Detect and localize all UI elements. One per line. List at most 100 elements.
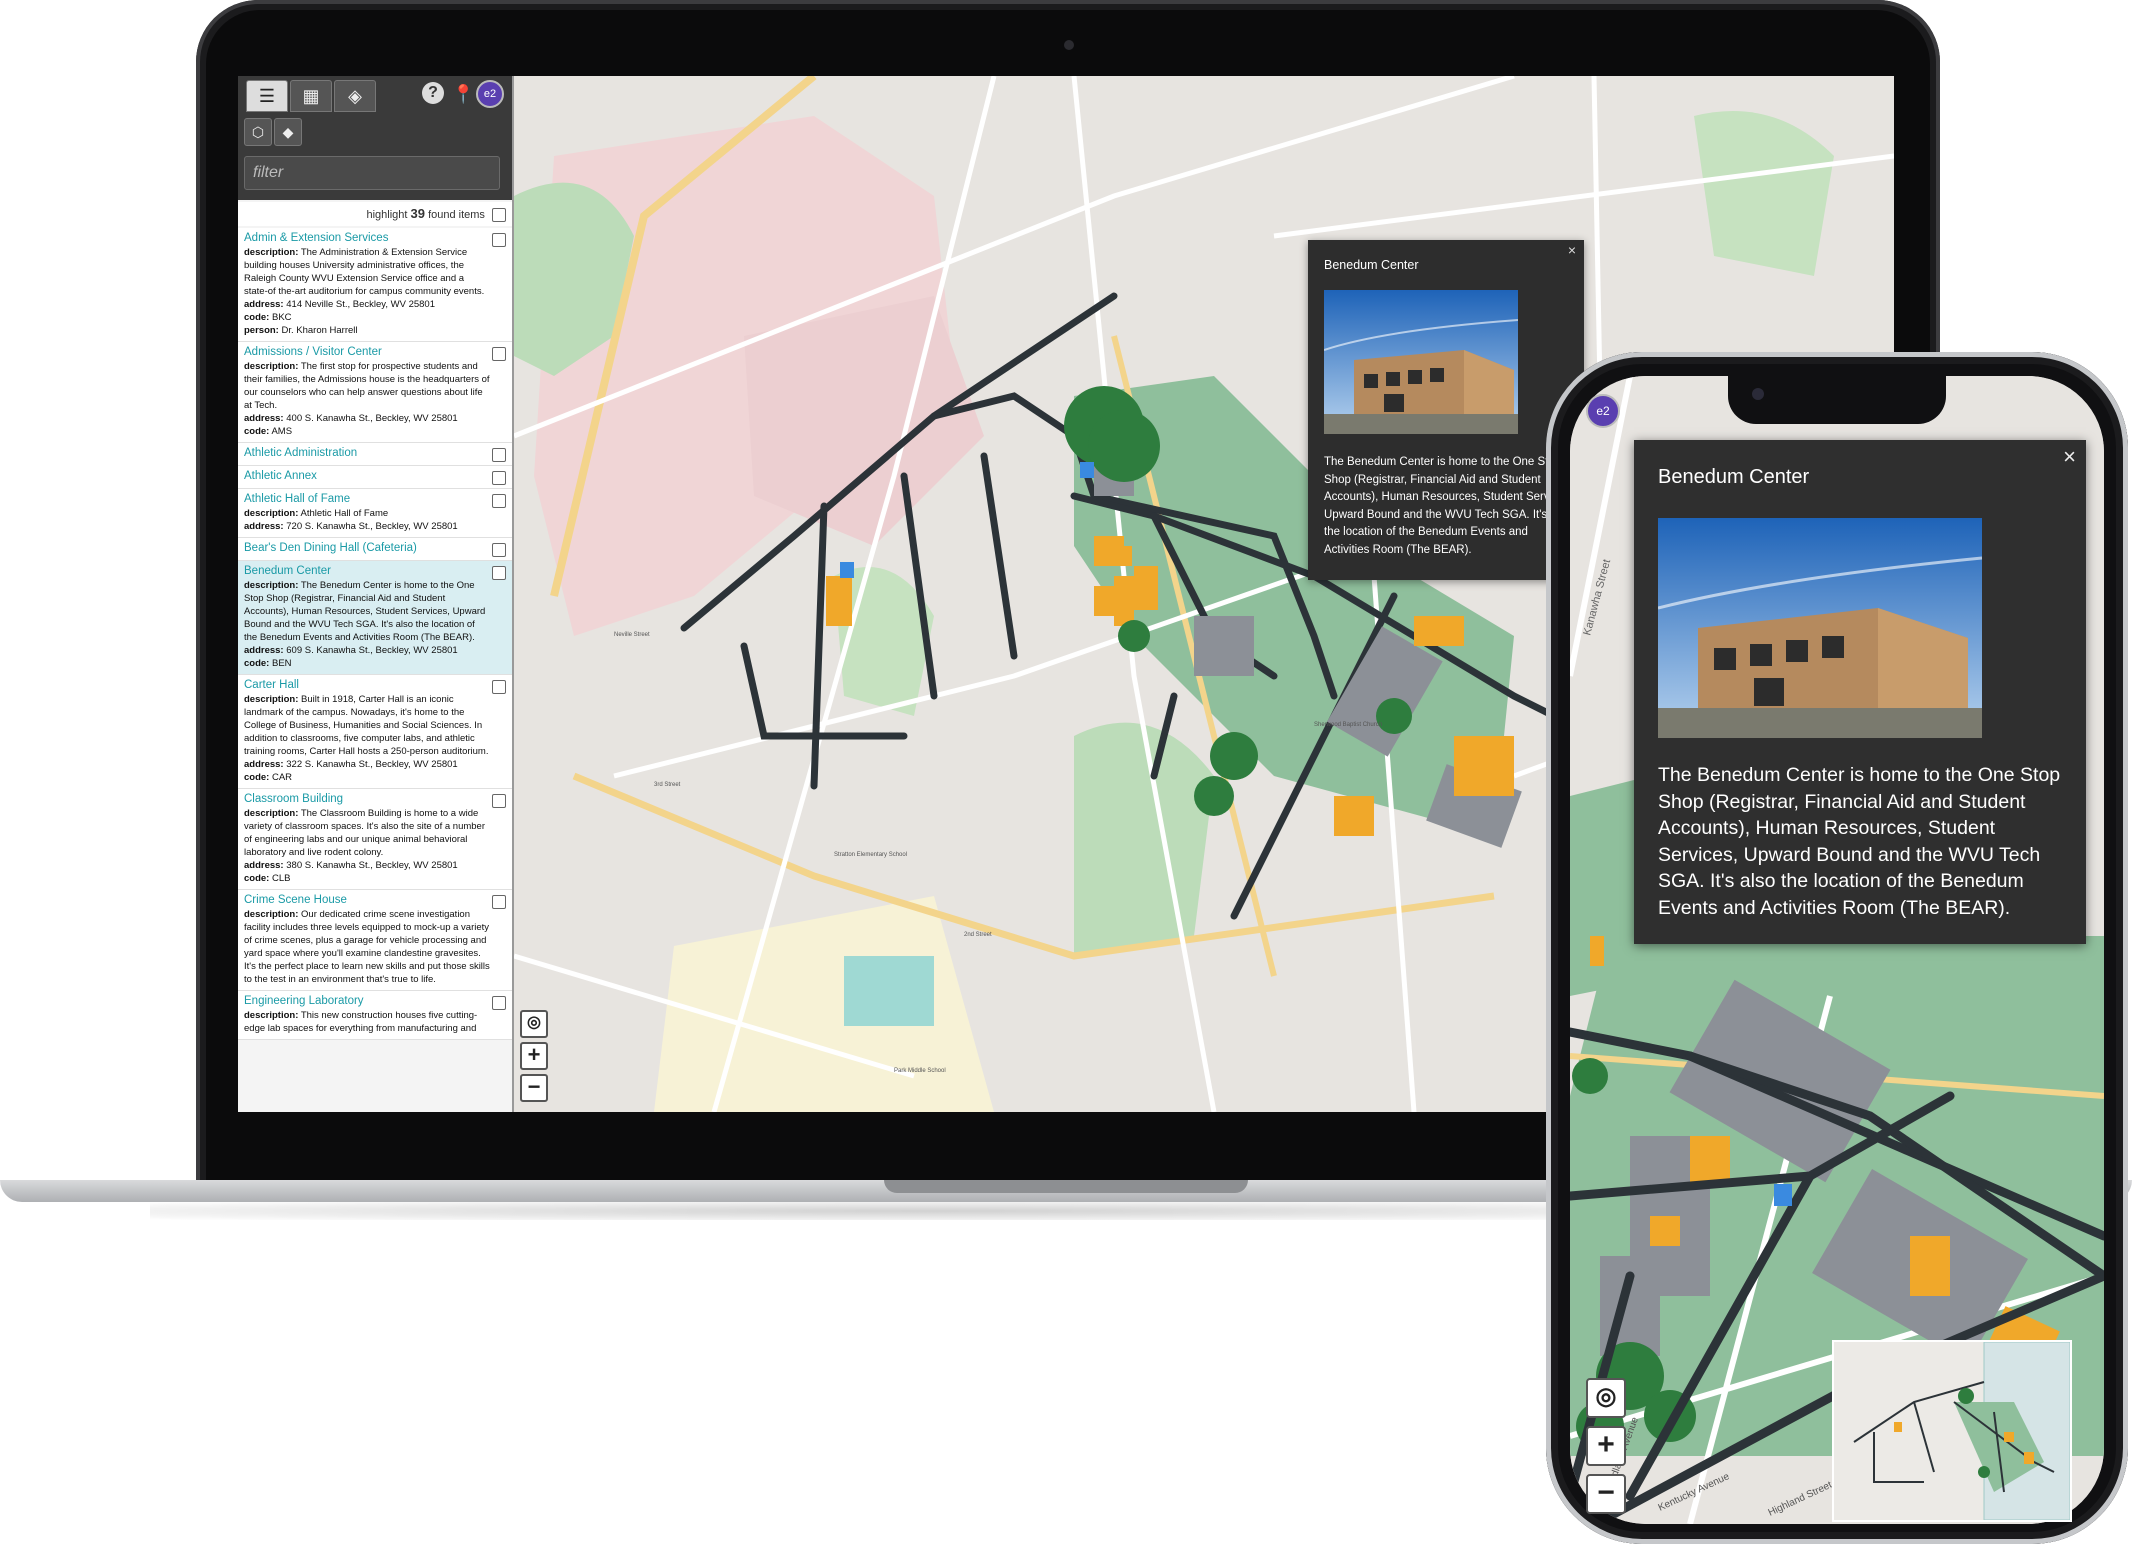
detail-key: description: bbox=[244, 508, 299, 519]
phone-popup-description: The Benedum Center is home to the One St… bbox=[1658, 764, 2061, 919]
detail-key: description: bbox=[244, 909, 299, 920]
list-item-checkbox[interactable] bbox=[492, 347, 506, 361]
phone-camera bbox=[1752, 388, 1764, 400]
help-icon[interactable]: ? bbox=[422, 82, 444, 104]
list-item-detail: description: The first stop for prospect… bbox=[244, 360, 490, 412]
list-item-checkbox[interactable] bbox=[492, 233, 506, 247]
list-item-checkbox[interactable] bbox=[492, 566, 506, 580]
detail-value: Athletic Hall of Fame bbox=[300, 508, 389, 519]
list-item-name[interactable]: Engineering Laboratory bbox=[244, 994, 490, 1009]
phone-zoom-out-button[interactable]: − bbox=[1586, 1474, 1626, 1514]
tab-directions[interactable]: ◈ bbox=[334, 80, 376, 112]
layers-button[interactable]: ◆ bbox=[274, 118, 302, 146]
detail-key: address: bbox=[244, 759, 284, 770]
zoom-in-button[interactable]: + bbox=[520, 1042, 548, 1070]
list-item[interactable]: Crime Scene House description: Our dedica… bbox=[238, 890, 512, 991]
tab-map[interactable]: ▦ bbox=[290, 80, 332, 112]
detail-key: person: bbox=[244, 325, 279, 336]
list-item-detail: address: 609 S. Kanawha St., Beckley, WV… bbox=[244, 644, 490, 657]
list-item[interactable]: Athletic Hall of Fame description: Athlet… bbox=[238, 489, 512, 538]
found-label: found items bbox=[428, 209, 485, 221]
list-item-detail: code: CLB bbox=[244, 872, 490, 885]
list-item-name[interactable]: Bear's Den Dining Hall (Cafeteria) bbox=[244, 541, 490, 556]
list-item-checkbox[interactable] bbox=[492, 543, 506, 557]
list-item[interactable]: Athletic Administration bbox=[238, 443, 512, 466]
detail-key: description: bbox=[244, 361, 299, 372]
list-item-detail: code: AMS bbox=[244, 425, 490, 438]
detail-key: code: bbox=[244, 772, 270, 783]
list-item-name[interactable]: Athletic Hall of Fame bbox=[244, 492, 490, 507]
list-item-name[interactable]: Athletic Annex bbox=[244, 469, 490, 484]
list-item[interactable]: Bear's Den Dining Hall (Cafeteria) bbox=[238, 538, 512, 561]
list-item-detail: address: 380 S. Kanawha St., Beckley, WV… bbox=[244, 859, 490, 872]
detail-value: 322 S. Kanawha St., Beckley, WV 25801 bbox=[286, 759, 458, 770]
list-item-name[interactable]: Admin & Extension Services bbox=[244, 231, 490, 246]
laptop-camera bbox=[1064, 40, 1074, 50]
list-item[interactable]: Admissions / Visitor Center description: … bbox=[238, 342, 512, 443]
list-item[interactable]: Athletic Annex bbox=[238, 466, 512, 489]
list-item-checkbox[interactable] bbox=[492, 794, 506, 808]
locate-button[interactable]: ◎ bbox=[520, 1010, 548, 1038]
minimap[interactable] bbox=[1832, 1340, 2072, 1522]
tag-icon: ⬡ bbox=[251, 124, 265, 140]
list-item[interactable]: Carter Hall description: Built in 1918, C… bbox=[238, 675, 512, 789]
logo-icon[interactable]: e2 bbox=[1586, 394, 1620, 428]
list-item[interactable]: Engineering Laboratory description: This … bbox=[238, 991, 512, 1040]
phone-zoom-in-button[interactable]: + bbox=[1586, 1426, 1626, 1466]
detail-value: BEN bbox=[271, 658, 292, 669]
list-item-checkbox[interactable] bbox=[492, 448, 506, 462]
list-icon: ☰ bbox=[258, 86, 276, 106]
laptop-hinge-notch bbox=[884, 1180, 1248, 1193]
list-item-checkbox[interactable] bbox=[492, 895, 506, 909]
list-item-detail: person: Dr. Kharon Harrell bbox=[244, 324, 490, 337]
detail-key: description: bbox=[244, 1010, 299, 1021]
list-item-name[interactable]: Admissions / Visitor Center bbox=[244, 345, 490, 360]
detail-value: BKC bbox=[271, 312, 292, 323]
list-item-detail: description: The Administration & Extens… bbox=[244, 246, 490, 298]
detail-value: 720 S. Kanawha St., Beckley, WV 25801 bbox=[286, 521, 458, 532]
logo-icon[interactable]: e2 bbox=[476, 80, 504, 108]
list-item-checkbox[interactable] bbox=[492, 680, 506, 694]
list-item-checkbox[interactable] bbox=[492, 494, 506, 508]
found-count: 39 bbox=[410, 206, 425, 221]
list-item[interactable]: Classroom Building description: The Class… bbox=[238, 789, 512, 890]
detail-key: description: bbox=[244, 247, 299, 258]
directions-icon: ◈ bbox=[348, 86, 362, 106]
detail-value: CAR bbox=[271, 772, 293, 783]
list-item[interactable]: Benedum Center description: The Benedum C… bbox=[238, 561, 512, 675]
phone-notch bbox=[1728, 376, 1946, 424]
list-item-name[interactable]: Athletic Administration bbox=[244, 446, 490, 461]
filter-input[interactable]: filter bbox=[244, 156, 500, 190]
detail-value: 380 S. Kanawha St., Beckley, WV 25801 bbox=[286, 860, 458, 871]
layers-icon: ◆ bbox=[282, 124, 294, 140]
detail-key: description: bbox=[244, 694, 299, 705]
laptop-shadow bbox=[150, 1202, 1710, 1220]
list-item-name[interactable]: Crime Scene House bbox=[244, 893, 490, 908]
highlight-all-checkbox[interactable] bbox=[492, 208, 506, 223]
popup-close-button[interactable]: × bbox=[1568, 242, 1576, 258]
list-item-checkbox[interactable] bbox=[492, 996, 506, 1010]
list-item-name[interactable]: Benedum Center bbox=[244, 564, 490, 579]
list-item[interactable]: Admin & Extension Services description: T… bbox=[238, 228, 512, 342]
detail-key: description: bbox=[244, 808, 299, 819]
detail-value: 609 S. Kanawha St., Beckley, WV 25801 bbox=[286, 645, 458, 656]
phone-popup-close-button[interactable]: × bbox=[2063, 444, 2076, 470]
tags-button[interactable]: ⬡ bbox=[244, 118, 272, 146]
sidebar: ☰ ▦ ◈ ⬡ ◆ ? 📍 e2 filter highlight 39 fou… bbox=[238, 76, 514, 1112]
list-item-checkbox[interactable] bbox=[492, 471, 506, 485]
location-list: Admin & Extension Services description: T… bbox=[238, 228, 512, 1112]
list-item-detail: address: 400 S. Kanawha St., Beckley, WV… bbox=[244, 412, 490, 425]
tab-list[interactable]: ☰ bbox=[246, 80, 288, 112]
list-item-detail: description: The Benedum Center is home … bbox=[244, 579, 490, 644]
popup-description: The Benedum Center is home to the One St… bbox=[1324, 456, 1574, 556]
list-item-name[interactable]: Carter Hall bbox=[244, 678, 490, 693]
pin-icon[interactable]: 📍 bbox=[452, 82, 474, 106]
phone-locate-button[interactable]: ◎ bbox=[1586, 1378, 1626, 1418]
map-label-school: Stratton Elementary School bbox=[834, 852, 907, 858]
zoom-out-button[interactable]: − bbox=[520, 1074, 548, 1102]
list-item-name[interactable]: Classroom Building bbox=[244, 792, 490, 807]
detail-value: AMS bbox=[271, 426, 293, 437]
map-label-2nd-street: 2nd Street bbox=[964, 932, 992, 938]
detail-key: code: bbox=[244, 312, 270, 323]
map-label-church: Sherwood Baptist Church bbox=[1314, 722, 1382, 728]
